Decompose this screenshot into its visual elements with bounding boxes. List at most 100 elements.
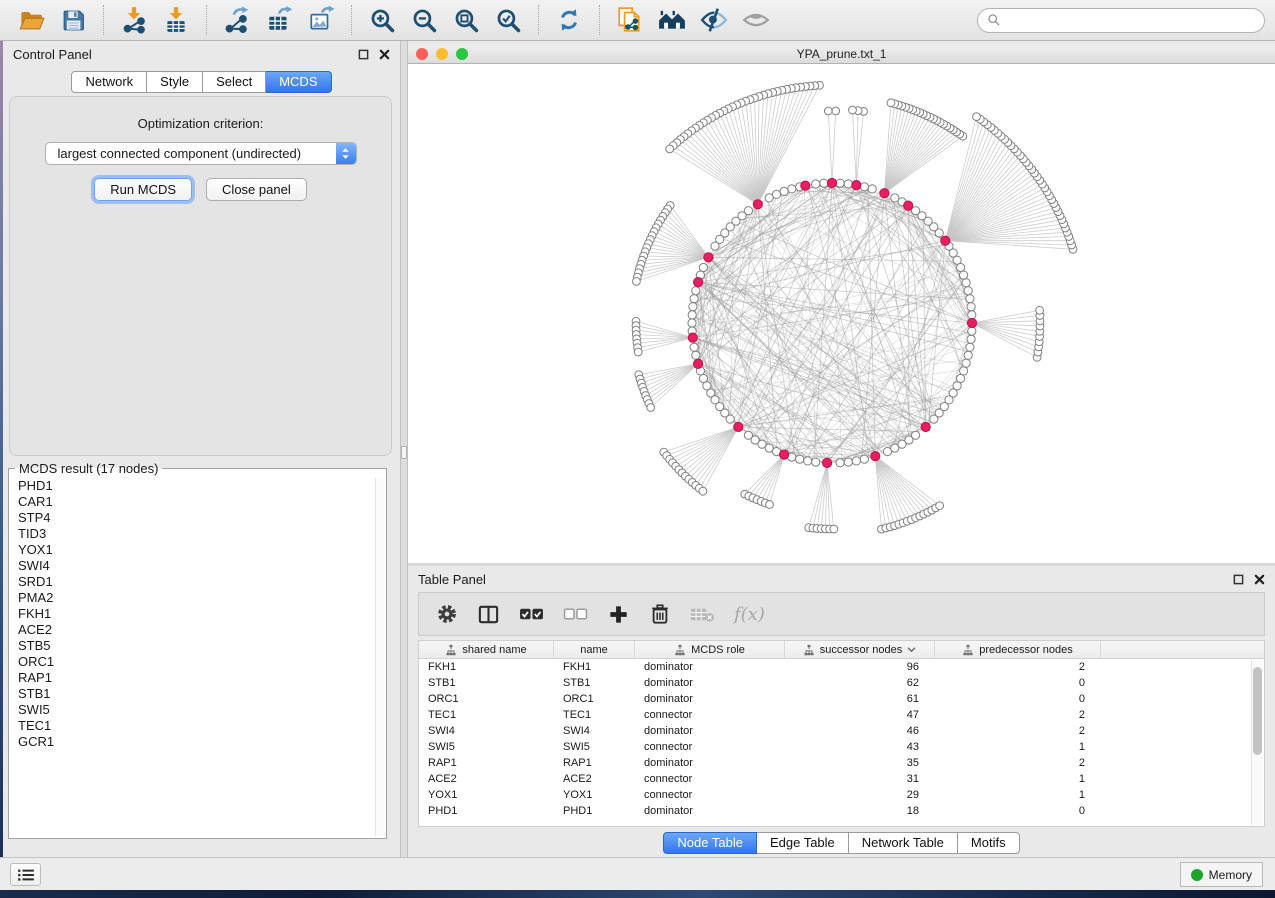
cell-shared-name[interactable]: SWI4 [419,725,554,737]
vertical-splitter[interactable] [400,41,408,857]
cell-predecessor-nodes[interactable]: 2 [935,757,1101,769]
network-node[interactable] [692,287,700,295]
network-node[interactable] [962,359,970,367]
network-node[interactable] [860,183,868,191]
cell-MCDS-role[interactable]: connector [635,789,785,801]
table-scrollbar-thumb[interactable] [1253,667,1262,755]
network-node[interactable] [912,431,920,439]
cell-predecessor-nodes[interactable]: 2 [935,725,1101,737]
cell-name[interactable]: ORC1 [554,693,635,705]
cell-name[interactable]: SWI4 [554,725,635,737]
mcds-hub-node[interactable] [904,201,913,210]
mcds-result-item[interactable]: FKH1 [10,606,374,622]
tab-network[interactable]: Network [71,71,147,93]
cell-successor-nodes[interactable]: 96 [785,661,935,673]
cell-name[interactable]: SWI5 [554,741,635,753]
mcds-result-item[interactable]: SWI4 [10,558,374,574]
mcds-result-item[interactable]: SRD1 [10,574,374,590]
cell-predecessor-nodes[interactable]: 0 [935,693,1101,705]
network-node[interactable] [765,194,773,202]
network-node[interactable] [726,415,734,423]
float-window-icon[interactable] [358,49,369,60]
mcds-result-item[interactable]: ACE2 [10,622,374,638]
cell-MCDS-role[interactable]: connector [635,709,785,721]
zoom-out-button[interactable] [403,3,445,37]
column-header-successor-nodes[interactable]: successor nodes [785,641,935,658]
mcds-hub-node[interactable] [753,200,762,209]
table-row[interactable]: STB1STB1dominator620 [419,675,1264,691]
mcds-hub-node[interactable] [694,278,703,287]
mcds-hub-node[interactable] [688,333,697,342]
cell-MCDS-role[interactable]: connector [635,773,785,785]
cell-shared-name[interactable]: PHD1 [419,805,554,817]
cell-name[interactable]: PHD1 [554,805,635,817]
table-scrollbar[interactable] [1251,660,1263,825]
zoom-in-button[interactable] [361,3,403,37]
mcds-hub-node[interactable] [694,359,703,368]
mcds-result-item[interactable]: STB1 [10,686,374,702]
mcds-hub-node[interactable] [921,422,930,431]
tab-network-table[interactable]: Network Table [849,832,958,854]
cell-name[interactable]: FKH1 [554,661,635,673]
cell-shared-name[interactable]: RAP1 [419,757,554,769]
network-node[interactable] [812,180,820,188]
cell-name[interactable]: STB1 [554,677,635,689]
mcds-result-item[interactable]: YOX1 [10,542,374,558]
close-panel-button[interactable]: Close panel [206,178,307,201]
cell-MCDS-role[interactable]: dominator [635,693,785,705]
mcds-hub-node[interactable] [801,181,810,190]
cell-successor-nodes[interactable]: 31 [785,773,935,785]
select-all-icon[interactable] [519,604,544,625]
cell-predecessor-nodes[interactable]: 1 [935,789,1101,801]
network-node[interactable] [887,99,895,107]
add-icon[interactable] [607,603,630,626]
cell-successor-nodes[interactable]: 18 [785,805,935,817]
network-node[interactable] [699,263,707,271]
cell-predecessor-nodes[interactable]: 2 [935,709,1101,721]
network-node[interactable] [844,180,852,188]
network-canvas[interactable] [408,64,1275,563]
cell-MCDS-role[interactable]: connector [635,741,785,753]
cell-shared-name[interactable]: YOX1 [419,789,554,801]
network-node[interactable] [688,319,696,327]
cell-successor-nodes[interactable]: 61 [785,693,935,705]
mcds-result-item[interactable]: SWI5 [10,702,374,718]
mcds-hub-node[interactable] [880,189,889,198]
network-node[interactable] [812,458,820,466]
network-node[interactable] [844,458,852,466]
search-box[interactable] [977,8,1265,33]
export-network-button[interactable] [216,3,258,37]
mcds-hub-node[interactable] [734,422,743,431]
splitter-handle[interactable] [401,446,407,459]
column-header-name[interactable]: name [554,641,635,658]
mcds-hub-node[interactable] [871,452,880,461]
mcds-result-item[interactable]: RAP1 [10,670,374,686]
network-node[interactable] [804,457,812,465]
table-row[interactable]: ORC1ORC1dominator610 [419,691,1264,707]
tab-select[interactable]: Select [203,71,266,93]
table-row[interactable]: TEC1TEC1connector472 [419,707,1264,723]
network-node[interactable] [936,502,944,510]
network-node[interactable] [699,487,707,495]
tab-motifs[interactable]: Motifs [958,832,1020,854]
network-node[interactable] [960,367,968,375]
table-row[interactable]: ACE2ACE2connector311 [419,771,1264,787]
mcds-result-item[interactable]: PMA2 [10,590,374,606]
network-node[interactable] [689,303,697,311]
tab-mcds[interactable]: MCDS [266,71,331,93]
mcds-hub-node[interactable] [780,450,789,459]
network-node[interactable] [849,106,857,114]
save-button[interactable] [52,3,94,37]
tab-style[interactable]: Style [147,71,203,93]
mcds-hub-node[interactable] [852,181,861,190]
cell-predecessor-nodes[interactable]: 1 [935,741,1101,753]
search-input[interactable] [1006,13,1255,27]
houses-button[interactable] [651,3,693,37]
import-table-button[interactable] [155,3,197,37]
mcds-hub-node[interactable] [823,458,832,467]
network-node[interactable] [820,179,828,187]
network-node[interactable] [788,185,796,193]
cell-successor-nodes[interactable]: 46 [785,725,935,737]
network-node[interactable] [666,145,674,153]
mcds-hub-node[interactable] [704,253,713,262]
